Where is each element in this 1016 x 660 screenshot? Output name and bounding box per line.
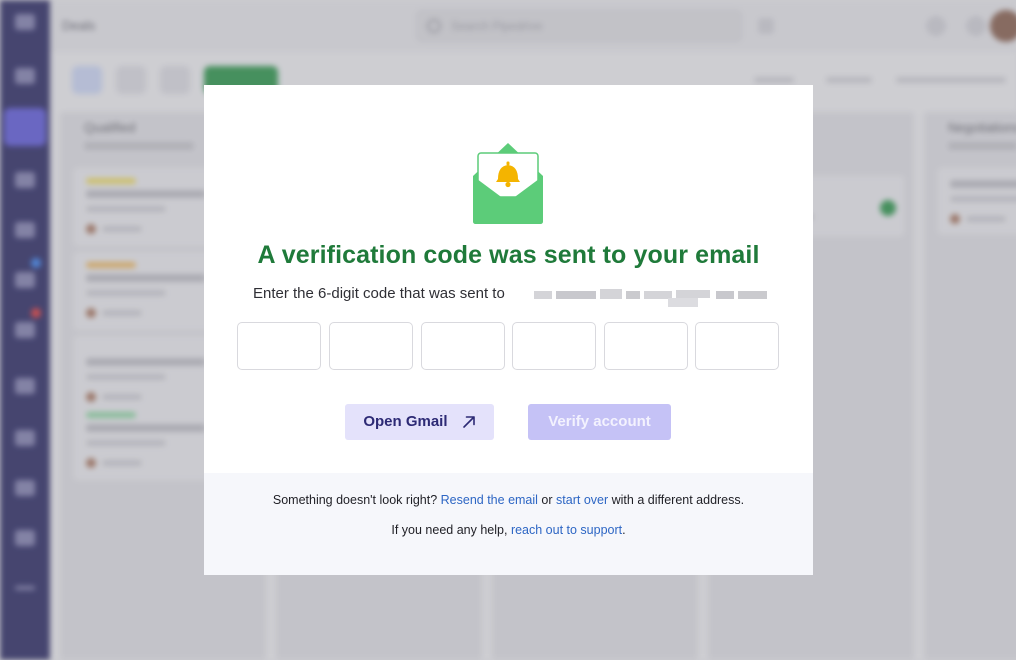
external-arrow-icon [462, 416, 475, 428]
open-gmail-label: Open Gmail [363, 413, 448, 431]
help-text: . [622, 523, 626, 537]
code-digit-input-2[interactable] [329, 322, 413, 370]
support-link[interactable]: reach out to support [511, 523, 622, 537]
code-input-group [237, 322, 779, 370]
modal-heading: A verification code was sent to your ema… [257, 241, 760, 269]
instruction-text: Enter the 6-digit code that was sent to [253, 285, 505, 302]
redacted-email [534, 286, 767, 308]
help-text: If you need any help, [391, 523, 508, 537]
code-digit-input-3[interactable] [421, 322, 505, 370]
verify-account-button[interactable]: Verify account [528, 404, 671, 440]
code-digit-input-1[interactable] [237, 322, 321, 370]
help-text: with a different address. [611, 493, 745, 507]
modal-footer: Something doesn't look right? Resend the… [204, 473, 813, 575]
code-digit-input-5[interactable] [604, 322, 688, 370]
start-over-link[interactable]: start over [556, 493, 608, 507]
help-text-line-2: If you need any help, reach out to suppo… [204, 523, 813, 537]
open-gmail-button[interactable]: Open Gmail [345, 404, 494, 440]
verification-modal: A verification code was sent to your ema… [204, 85, 813, 575]
help-text-line-1: Something doesn't look right? Resend the… [204, 493, 813, 507]
code-digit-input-6[interactable] [695, 322, 779, 370]
code-digit-input-4[interactable] [512, 322, 596, 370]
resend-email-link[interactable]: Resend the email [441, 493, 538, 507]
help-text: or [541, 493, 553, 507]
envelope-bell-icon [473, 143, 543, 224]
help-text: Something doesn't look right? [272, 493, 438, 507]
